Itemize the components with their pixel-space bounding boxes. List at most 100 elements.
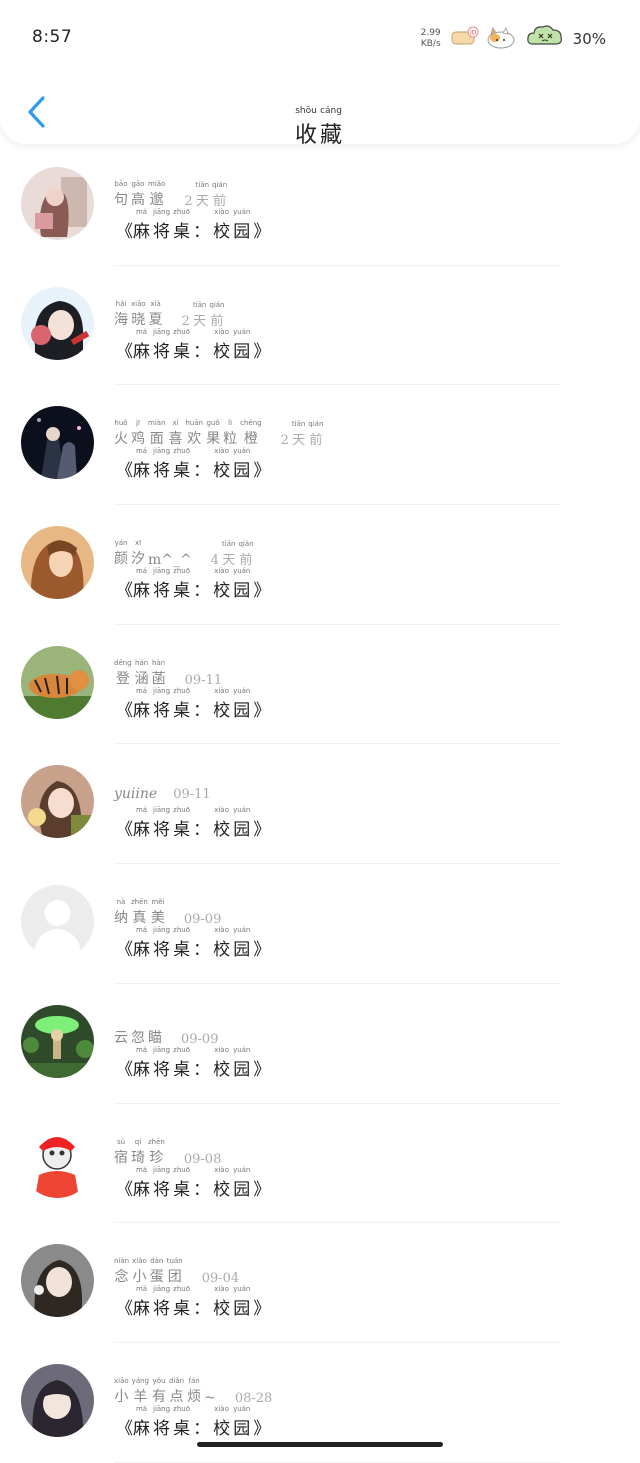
pinyin-annotation: yuán xyxy=(233,208,251,216)
game-title[interactable]: 《 má 麻 jiāng 将 zhuō 桌： xiào 校 yuán 园》 xyxy=(116,1046,270,1080)
hanzi-char: 欢 xyxy=(187,431,202,448)
hanzi-char: 09-04 xyxy=(201,1271,240,1287)
pinyin-annotation: yuán xyxy=(233,1165,251,1174)
pinyin-annotation: xiào xyxy=(214,926,229,935)
game-title[interactable]: 《 má 麻 jiāng 将 zhuō 桌： xiào 校 yuán 园》 xyxy=(116,687,270,721)
favorite-date: 09-08 xyxy=(184,1143,224,1167)
pinyin-annotation: xiào xyxy=(214,1404,229,1413)
hanzi-char: m^_^ xyxy=(148,552,192,569)
avatar[interactable] xyxy=(21,286,94,360)
list-item[interactable]: yán 颜 xī 汐 m^_^ 4 tiān 天 qián 前《 má 麻 jiāng 将 zhuō 桌： xi… xyxy=(0,505,640,625)
date-char: 2 xyxy=(182,305,190,329)
game-char: xiào 校 xyxy=(213,806,230,840)
hanzi-char: 将 xyxy=(153,1179,171,1200)
game-title[interactable]: 《 má 麻 jiāng 将 zhuō 桌： xiào 校 yuán 园》 xyxy=(116,567,270,601)
avatar[interactable] xyxy=(21,1124,94,1198)
game-title[interactable]: 《 má 麻 jiāng 将 zhuō 桌： xiào 校 yuán 园》 xyxy=(116,1285,270,1319)
pinyin-annotation: yán xyxy=(114,539,128,548)
hanzi-char: 橙 xyxy=(243,431,258,448)
hanzi-char: 汐 xyxy=(131,551,145,568)
pinyin-annotation: tiān xyxy=(195,181,210,189)
game-title[interactable]: 《 má 麻 jiāng 将 zhuō 桌： xiào 校 yuán 园》 xyxy=(116,1405,270,1439)
user-name: xiǎo 小 yáng 羊 yǒu 有 diǎn 点 fán 烦 ~ xyxy=(114,1377,219,1406)
pinyin-annotation: qián xyxy=(308,420,324,429)
game-title[interactable]: 《 má 麻 jiāng 将 zhuō 桌： xiào 校 yuán 园》 xyxy=(116,447,270,481)
hanzi-char: 2 xyxy=(184,194,193,209)
pinyin-annotation: zhuō xyxy=(173,926,190,935)
game-title[interactable]: 《 má 麻 jiāng 将 zhuō 桌： xiào 校 yuán 园》 xyxy=(116,328,270,362)
left-book-bracket: 《 xyxy=(116,1179,133,1200)
hanzi-char: ： xyxy=(193,940,211,961)
user-line: yán 颜 xī 汐 m^_^ 4 tiān 天 qián 前 xyxy=(114,539,257,568)
home-indicator[interactable] xyxy=(197,1442,443,1447)
hanzi-char: 麻 xyxy=(133,1418,150,1439)
hanzi-char: 麻 xyxy=(133,1179,150,1200)
pinyin-annotation: xiǎo xyxy=(114,1376,129,1385)
pinyin-annotation: miàn xyxy=(148,419,166,428)
pinyin-annotation: yǒu xyxy=(152,1376,166,1385)
game-title[interactable]: 《 má 麻 jiāng 将 zhuō 桌： xiào 校 yuán 园》 xyxy=(116,926,270,960)
name-char: jī 鸡 xyxy=(131,419,145,448)
pinyin-annotation: yuán xyxy=(233,806,251,815)
hanzi-char: 校 xyxy=(213,581,231,602)
name-char: zhēn 真 xyxy=(131,898,148,927)
list-item[interactable]: niàn 念 xiǎo 小 dàn 蛋 tuán 团 09-04 《 má 麻 jiāng 将 zhuō 桌：… xyxy=(0,1223,640,1343)
game-char: jiāng 将 xyxy=(153,208,170,242)
game-name: má 麻 jiāng 将 zhuō 桌： xiào 校 yuán 园 xyxy=(133,806,253,840)
pinyin-annotation: yuán xyxy=(233,327,251,336)
avatar[interactable] xyxy=(21,885,94,959)
pinyin-annotation: xiào xyxy=(214,686,229,695)
pinyin-annotation: xiǎo xyxy=(131,299,146,308)
game-char: xiào 校 xyxy=(213,328,230,362)
list-item[interactable]: bāo 句 gāo 高 miǎo 邈 2 tiān 天 qián 前《 má 麻 jiāng 将 zhuō 桌：… xyxy=(0,146,640,266)
avatar[interactable] xyxy=(21,1363,94,1437)
game-char: jiāng 将 xyxy=(153,1285,170,1319)
hanzi-char: 校 xyxy=(213,820,231,841)
hanzi-char: 园 xyxy=(233,461,251,482)
hanzi-char: 2 xyxy=(280,433,289,449)
right-book-bracket: 》 xyxy=(253,1418,271,1439)
game-title[interactable]: 《 má 麻 jiāng 将 zhuō 桌： xiào 校 yuán 园》 xyxy=(116,1166,270,1200)
game-char: yuán 园 xyxy=(233,1046,250,1080)
list-item[interactable]: 云忽瞄 09-09 《 má 麻 jiāng 将 zhuō 桌： xiào 校 yuán 园》 xyxy=(0,984,640,1104)
avatar[interactable] xyxy=(21,1004,94,1078)
list-item[interactable]: hǎi 海 xiǎo 晓 xià 夏 2 tiān 天 qián 前《 má 麻 jiāng 将 zhuō 桌：… xyxy=(0,266,640,386)
avatar[interactable] xyxy=(21,406,94,480)
game-title[interactable]: 《 má 麻 jiāng 将 zhuō 桌： xiào 校 yuán 园》 xyxy=(116,208,270,242)
avatar[interactable] xyxy=(21,765,94,839)
hanzi-char: 将 xyxy=(153,1059,171,1080)
avatar[interactable] xyxy=(21,1244,94,1318)
hanzi-char: ： xyxy=(193,581,211,602)
pinyin-annotation: má xyxy=(135,1165,148,1174)
list-item[interactable]: sù 宿 qí 琦 zhēn 珍 09-08 《 má 麻 jiāng 将 zhuō 桌： xiào 校 yuá… xyxy=(0,1104,640,1224)
favorite-date: 08-28 xyxy=(235,1382,275,1406)
hanzi-char: 夏 xyxy=(148,311,163,328)
hanzi-char: 09-11 xyxy=(173,787,211,803)
avatar-image xyxy=(21,645,94,719)
game-title[interactable]: 《 má 麻 jiāng 将 zhuō 桌： xiào 校 yuán 园》 xyxy=(116,806,270,840)
right-book-bracket: 》 xyxy=(253,1179,271,1200)
pinyin-annotation: hǎi xyxy=(115,299,127,308)
hanzi-char: 海 xyxy=(114,311,128,328)
list-item[interactable]: yuiine 09-11 《 má 麻 jiāng 将 zhuō 桌： xiào 校 yuán 园》 xyxy=(0,744,640,865)
name-char: qí 琦 xyxy=(131,1138,145,1167)
avatar[interactable] xyxy=(21,645,94,719)
right-book-bracket: 》 xyxy=(253,581,271,602)
name-char: tuán 团 xyxy=(167,1257,183,1286)
user-name: yuiine xyxy=(114,786,158,803)
name-char: huǒ 火 xyxy=(114,419,128,448)
game-name: má 麻 jiāng 将 zhuō 桌： xiào 校 yuán 园 xyxy=(133,1046,253,1080)
list-item[interactable]: huǒ 火 jī 鸡 miàn 面 xǐ 喜 huān 欢 guǒ 果 lì 粒 chéng 橙 2 tiān 天 q… xyxy=(0,385,640,506)
avatar[interactable] xyxy=(21,167,94,240)
hanzi-char: 面 xyxy=(149,431,164,448)
hanzi-char: 火 xyxy=(114,431,128,448)
pinyin-annotation: xiào xyxy=(214,806,229,815)
list-item[interactable]: dēng 登 hán 涵 hàn 菡 09-11 《 má 麻 jiāng 将 zhuō 桌： xiào 校 y… xyxy=(0,625,640,745)
name-char: zhēn 珍 xyxy=(148,1138,165,1167)
avatar[interactable] xyxy=(21,526,94,600)
date-char: 4 xyxy=(211,544,219,568)
pinyin-annotation: tuán xyxy=(166,1257,183,1266)
name-char: guǒ 果 xyxy=(206,419,220,448)
user-line: huǒ 火 jī 鸡 miàn 面 xǐ 喜 huān 欢 guǒ 果 lì 粒 chéng 橙 2 tiān 天 q… xyxy=(114,419,326,448)
list-item[interactable]: nà 纳 zhēn 真 měi 美 09-09 《 má 麻 jiāng 将 zhuō 桌： xiào 校 yu… xyxy=(0,864,640,984)
